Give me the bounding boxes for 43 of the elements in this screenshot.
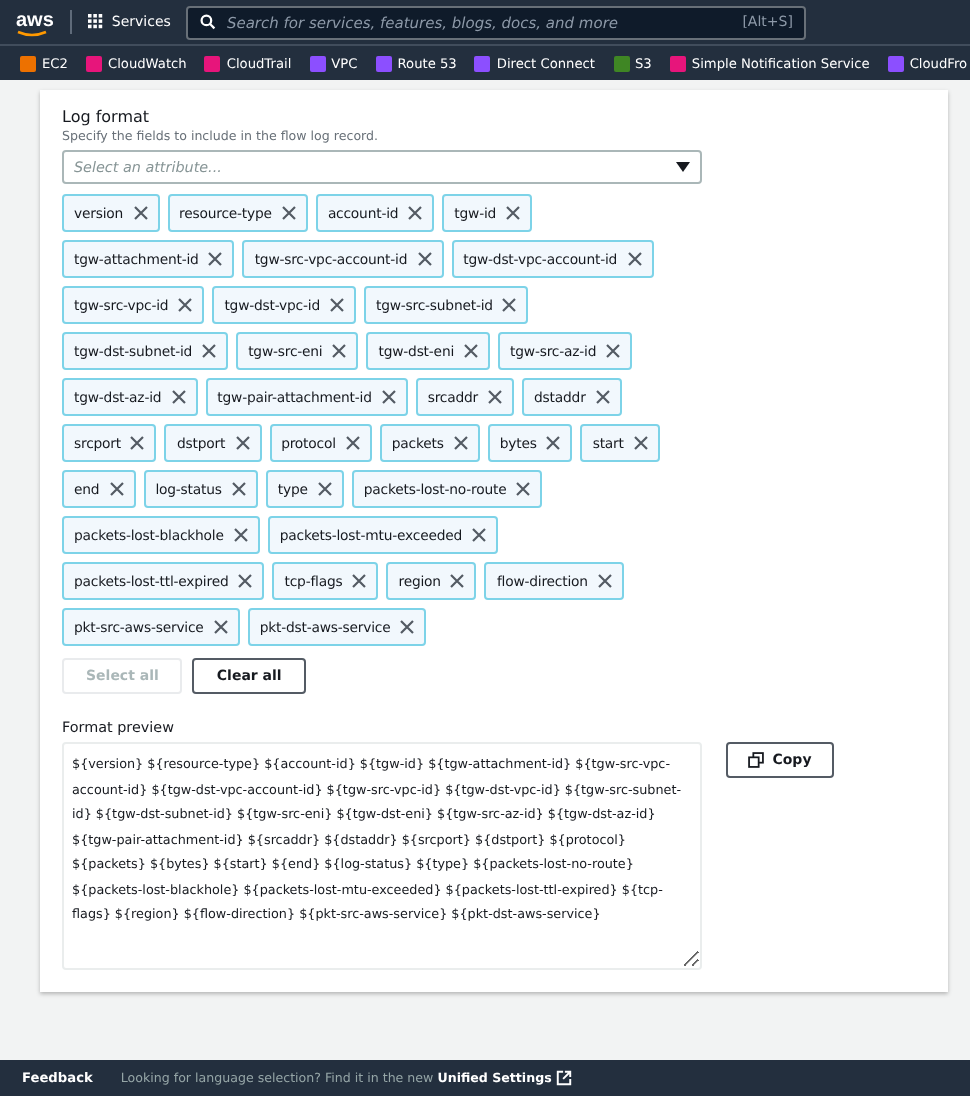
close-icon[interactable] [502, 298, 517, 312]
close-icon[interactable] [208, 252, 223, 266]
close-icon[interactable] [595, 390, 610, 404]
close-icon[interactable] [345, 436, 360, 450]
close-icon[interactable] [231, 482, 246, 496]
close-icon[interactable] [329, 298, 344, 312]
close-icon[interactable] [233, 528, 248, 542]
close-icon[interactable] [450, 574, 465, 588]
close-icon[interactable] [352, 574, 367, 588]
grid-icon [87, 14, 104, 30]
close-icon[interactable] [506, 206, 521, 220]
copy-icon [748, 752, 765, 768]
close-icon[interactable] [281, 206, 296, 220]
close-icon[interactable] [202, 344, 217, 358]
close-icon[interactable] [317, 482, 332, 496]
close-icon[interactable] [178, 298, 193, 312]
field-label: Log format [62, 108, 152, 126]
close-icon[interactable] [453, 436, 468, 450]
close-icon[interactable] [516, 482, 531, 496]
close-icon[interactable] [627, 252, 642, 266]
close-icon[interactable] [109, 482, 124, 496]
close-icon[interactable] [417, 252, 432, 266]
close-icon[interactable] [381, 390, 396, 404]
caret-icon [676, 162, 690, 172]
close-icon[interactable] [213, 620, 228, 634]
external-link-icon[interactable] [555, 1070, 572, 1086]
close-icon[interactable] [546, 436, 561, 450]
close-icon[interactable] [400, 620, 415, 634]
close-icon[interactable] [408, 206, 423, 220]
close-icon[interactable] [633, 436, 648, 450]
aws-logo[interactable]: aws [16, 9, 54, 35]
close-icon[interactable] [238, 574, 253, 588]
close-icon[interactable] [130, 436, 145, 450]
close-icon[interactable] [171, 390, 186, 404]
close-icon[interactable] [464, 344, 479, 358]
close-icon[interactable] [133, 206, 148, 220]
close-icon[interactable] [472, 528, 487, 542]
search-icon [200, 14, 217, 30]
close-icon[interactable] [235, 436, 250, 450]
close-icon[interactable] [332, 344, 347, 358]
close-icon[interactable] [597, 574, 612, 588]
close-icon[interactable] [606, 344, 621, 358]
close-icon[interactable] [488, 390, 503, 404]
